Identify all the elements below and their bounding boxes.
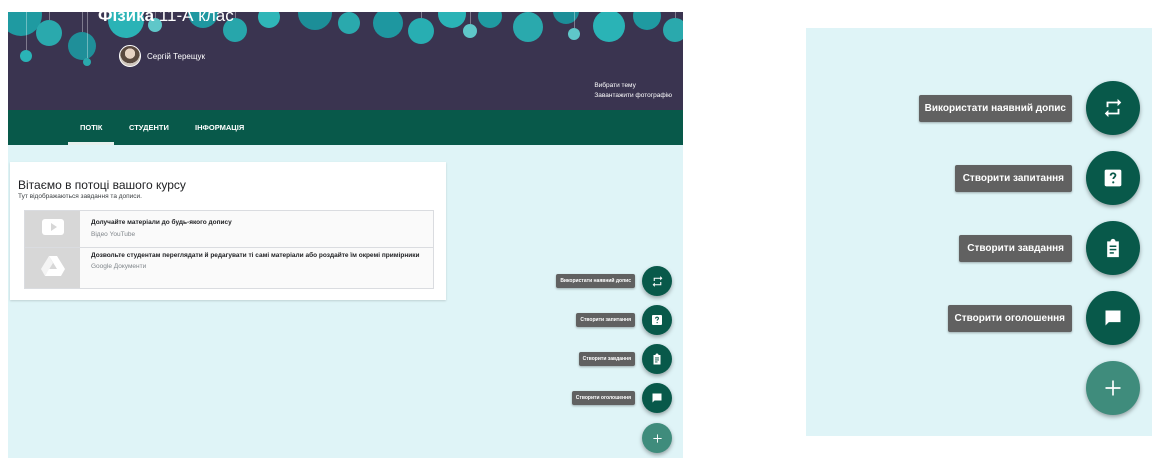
reuse-post-action[interactable]: Використати наявний допис	[918, 81, 1140, 135]
create-announcement-button[interactable]	[642, 383, 672, 413]
tip-main: Дозвольте студентам переглядати й редагу…	[91, 252, 420, 259]
banner-circle	[463, 24, 477, 38]
repost-icon	[651, 275, 664, 288]
banner-circle	[298, 12, 332, 30]
create-announcement-button[interactable]	[1086, 291, 1140, 345]
create-question-button[interactable]	[1086, 151, 1140, 205]
reuse-post-label[interactable]: Використати наявний допис	[918, 94, 1072, 122]
fab-main-button[interactable]	[642, 423, 672, 453]
banner-circle	[373, 12, 403, 38]
course-title: Фізика 11-А клас	[98, 12, 234, 26]
reuse-post-button[interactable]	[1086, 81, 1140, 135]
create-assignment-action[interactable]: Створити завдання	[959, 221, 1140, 275]
tab-bar: ПОТІК СТУДЕНТИ ІНФОРМАЦІЯ	[8, 110, 683, 145]
create-announcement-label[interactable]: Створити оголошення	[947, 304, 1072, 332]
create-question-label[interactable]: Створити запитання	[954, 164, 1072, 192]
reuse-post-button[interactable]	[642, 266, 672, 296]
plus-icon	[1103, 378, 1123, 398]
banner-circle	[633, 12, 661, 30]
fab-main-row	[1086, 361, 1140, 415]
create-announcement-action[interactable]: Створити оголошення	[947, 291, 1140, 345]
reuse-post-label[interactable]: Використати наявний допис	[556, 274, 635, 288]
tip-main: Долучайте матеріали до будь-якого допису	[91, 219, 232, 226]
tip-text: Долучайте матеріали до будь-якого допису…	[91, 211, 427, 240]
course-subject: Фізика	[98, 12, 155, 25]
assignment-icon	[651, 353, 663, 365]
create-question-action[interactable]: Створити запитання	[954, 151, 1140, 205]
course-banner: Фізика 11-А клас Сергій Терещук Вибрати …	[8, 12, 683, 110]
banner-circle	[83, 58, 91, 66]
create-question-action[interactable]: Створити запитання	[576, 305, 672, 335]
google-drive-icon	[40, 255, 65, 281]
welcome-title: Вітаємо в потоці вашого курсу	[18, 178, 186, 192]
reuse-post-action[interactable]: Використати наявний допис	[556, 266, 672, 296]
question-icon	[1103, 168, 1123, 188]
banner-circle	[68, 32, 96, 60]
create-question-button[interactable]	[642, 305, 672, 335]
classroom-screenshot: Фізика 11-А клас Сергій Терещук Вибрати …	[8, 12, 683, 458]
welcome-card: Вітаємо в потоці вашого курсу Тут відобр…	[10, 162, 446, 300]
tip-share-docs[interactable]: Дозвольте студентам переглядати й редагу…	[24, 247, 434, 289]
banner-circle	[513, 12, 543, 42]
tip-sub: Відео YouTube	[91, 231, 136, 238]
create-assignment-action[interactable]: Створити завдання	[578, 344, 672, 374]
teacher-name: Сергій Терещук	[147, 51, 206, 61]
banner-links: Вибрати тему Завантажити фотографію	[594, 81, 672, 101]
banner-circle	[593, 12, 625, 42]
create-announcement-action[interactable]: Створити оголошення	[571, 383, 672, 413]
banner-circle	[20, 50, 32, 62]
upload-photo-link[interactable]: Завантажити фотографію	[594, 91, 672, 101]
repost-icon	[1102, 97, 1124, 119]
banner-circle	[553, 12, 579, 24]
banner-circle	[663, 18, 683, 42]
tip-attach-materials[interactable]: Долучайте матеріали до будь-якого допису…	[24, 210, 434, 248]
youtube-play-icon	[41, 218, 64, 240]
announcement-icon	[1103, 308, 1123, 328]
banner-circle	[438, 12, 466, 28]
banner-circle	[338, 12, 360, 34]
banner-circle	[258, 12, 280, 28]
course-class-name: 11-А клас	[158, 12, 234, 25]
banner-circle	[478, 12, 502, 28]
fab-main-row	[642, 423, 672, 453]
tab-stream[interactable]: ПОТІК	[67, 110, 116, 145]
select-theme-link[interactable]: Вибрати тему	[594, 81, 672, 91]
create-assignment-button[interactable]	[642, 344, 672, 374]
tip-thumbnail	[25, 211, 80, 247]
create-question-label[interactable]: Створити запитання	[576, 313, 635, 327]
assignment-icon	[1103, 238, 1123, 258]
banner-circle	[36, 20, 62, 46]
tab-about[interactable]: ІНФОРМАЦІЯ	[195, 110, 244, 145]
banner-string	[49, 12, 50, 20]
banner-string	[26, 12, 27, 50]
create-assignment-button[interactable]	[1086, 221, 1140, 275]
banner-circle	[568, 28, 580, 40]
tip-text: Дозвольте студентам переглядати й редагу…	[91, 248, 427, 272]
question-icon	[651, 314, 663, 326]
tab-students[interactable]: СТУДЕНТИ	[129, 110, 169, 145]
tip-sub: Google Документи	[91, 263, 147, 270]
plus-icon	[652, 433, 663, 444]
create-assignment-label[interactable]: Створити завдання	[578, 352, 635, 366]
fab-main-button[interactable]	[1086, 361, 1140, 415]
fab-menu-zoom: Використати наявний допис Створити запит…	[806, 28, 1152, 436]
create-announcement-label[interactable]: Створити оголошення	[571, 391, 635, 405]
banner-string	[82, 12, 83, 32]
banner-string	[87, 12, 88, 58]
teacher-info: Сергій Терещук	[119, 45, 205, 67]
banner-string	[574, 12, 575, 28]
banner-circle	[408, 18, 434, 44]
create-assignment-label[interactable]: Створити завдання	[959, 234, 1072, 262]
tip-thumbnail	[25, 248, 80, 288]
welcome-subtitle: Тут відображаються завдання та дописи.	[18, 193, 142, 200]
announcement-icon	[651, 392, 663, 404]
avatar	[119, 45, 141, 67]
banner-string	[470, 12, 471, 24]
